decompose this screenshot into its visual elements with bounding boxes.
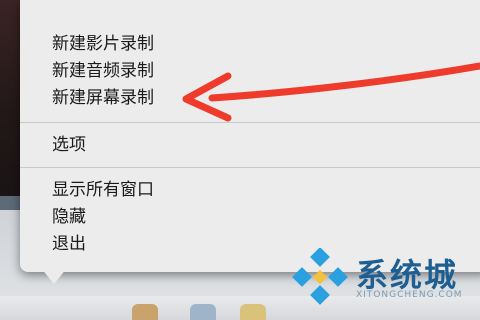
watermark-logo-icon xyxy=(292,248,348,305)
watermark-subtitle: XITONGCHENG.COM xyxy=(356,290,463,300)
